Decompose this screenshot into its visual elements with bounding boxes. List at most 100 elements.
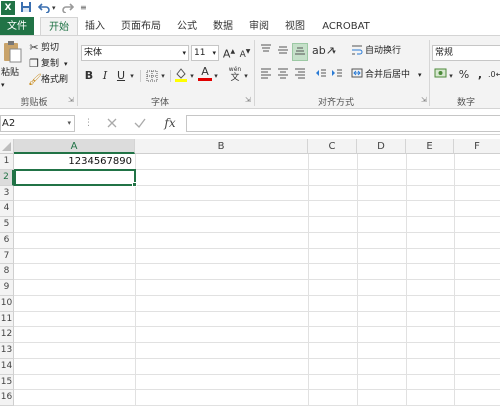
font-size-select[interactable]: 11 ▾ xyxy=(191,45,219,61)
accounting-format-icon[interactable] xyxy=(433,67,447,84)
increase-indent-icon[interactable] xyxy=(330,67,344,84)
row-gridline xyxy=(14,389,500,391)
column-header-e[interactable]: E xyxy=(406,139,454,154)
border-dropdown-icon[interactable]: ▾ xyxy=(159,68,167,84)
align-center-icon[interactable] xyxy=(276,67,290,84)
align-middle-icon[interactable] xyxy=(276,43,290,60)
row-header-8[interactable]: 8 xyxy=(0,264,14,280)
column-header-f[interactable]: F xyxy=(454,139,500,154)
format-painter-button[interactable]: 格式刷 xyxy=(41,73,68,87)
clipboard-launcher-icon[interactable]: ⇲ xyxy=(68,97,75,104)
redo-icon[interactable] xyxy=(62,1,75,15)
align-left-icon[interactable] xyxy=(259,67,273,84)
formula-bar-grip-icon: ⋮ xyxy=(84,117,93,130)
decrease-indent-icon[interactable] xyxy=(314,67,328,84)
number-group-label: 数字 xyxy=(456,98,475,108)
chevron-down-icon: ▾ xyxy=(212,49,216,57)
cut-icon[interactable]: ✂ xyxy=(28,40,40,56)
tab-insert[interactable]: 插入 xyxy=(80,17,110,36)
shrink-font-icon[interactable]: A▼ xyxy=(238,44,252,63)
row-header-15[interactable]: 15 xyxy=(0,374,14,391)
font-group-label: 字体 xyxy=(150,98,169,108)
accounting-dropdown-icon[interactable]: ▾ xyxy=(447,68,455,84)
orientation-icon[interactable]: ab↗ xyxy=(312,43,335,59)
wrap-text-button[interactable]: 自动换行 xyxy=(365,44,401,58)
align-bottom-icon[interactable] xyxy=(292,43,308,61)
fill-color-icon[interactable] xyxy=(174,66,188,87)
row-header-4[interactable]: 4 xyxy=(0,201,14,217)
phonetic-dropdown-icon[interactable]: ▾ xyxy=(242,68,250,84)
row-header-11[interactable]: 11 xyxy=(0,311,14,328)
format-painter-icon[interactable]: 🖌 xyxy=(28,72,42,88)
tab-acrobat[interactable]: ACROBAT xyxy=(318,17,374,36)
tab-file[interactable]: 文件 xyxy=(0,17,34,36)
row-header-13[interactable]: 13 xyxy=(0,343,14,359)
undo-icon[interactable] xyxy=(37,1,50,15)
phonetic-guide-icon[interactable]: wén 文 xyxy=(228,66,242,83)
row-header-2[interactable]: 2 xyxy=(0,169,14,186)
tab-data[interactable]: 数据 xyxy=(208,17,238,36)
row-header-7[interactable]: 7 xyxy=(0,248,14,265)
customize-qat-icon[interactable]: ≡ xyxy=(80,1,87,15)
row-header-6[interactable]: 6 xyxy=(0,232,14,249)
alignment-launcher-icon[interactable]: ⇲ xyxy=(421,97,428,104)
percent-button[interactable]: % xyxy=(458,67,470,83)
merge-dropdown-icon[interactable]: ▾ xyxy=(418,68,422,82)
bold-button[interactable]: B xyxy=(82,68,96,84)
paste-icon[interactable] xyxy=(1,40,23,64)
copy-dropdown-icon[interactable]: ▾ xyxy=(64,57,68,71)
wrap-text-icon[interactable] xyxy=(350,43,364,60)
select-all-corner[interactable] xyxy=(0,139,14,154)
border-icon[interactable] xyxy=(145,68,159,87)
orientation-dropdown-icon[interactable]: ▾ xyxy=(330,44,338,60)
enter-icon[interactable] xyxy=(132,115,148,131)
merge-center-button[interactable]: 合并后居中 xyxy=(365,68,410,82)
formula-input[interactable] xyxy=(186,115,500,132)
tab-home[interactable]: 开始 xyxy=(40,17,78,36)
column-header-c[interactable]: C xyxy=(308,139,357,154)
grow-font-icon[interactable]: A▲ xyxy=(222,44,236,63)
copy-icon[interactable]: ❐ xyxy=(28,56,40,72)
cancel-icon[interactable] xyxy=(104,115,120,131)
row-header-10[interactable]: 10 xyxy=(0,295,14,312)
font-color-dropdown-icon[interactable]: ▾ xyxy=(212,68,220,84)
paste-dropdown-icon[interactable]: ▾ xyxy=(1,78,5,92)
merge-center-icon[interactable] xyxy=(350,67,364,84)
font-name-select[interactable]: 宋体 ▾ xyxy=(81,45,189,61)
fill-color-dropdown-icon[interactable]: ▾ xyxy=(188,68,196,84)
comma-button[interactable]: , xyxy=(474,67,486,83)
cut-button[interactable]: 剪切 xyxy=(41,41,59,55)
name-box[interactable]: A2 ▾ xyxy=(0,115,75,132)
row-header-5[interactable]: 5 xyxy=(0,217,14,233)
italic-button[interactable]: I xyxy=(98,68,112,84)
cell-a1[interactable]: 1234567890 xyxy=(15,154,132,169)
row-header-9[interactable]: 9 xyxy=(0,280,14,296)
row-header-1[interactable]: 1 xyxy=(0,154,14,170)
underline-dropdown-icon[interactable]: ▾ xyxy=(128,68,136,84)
fill-handle[interactable] xyxy=(132,182,137,187)
font-launcher-icon[interactable]: ⇲ xyxy=(245,97,252,104)
cell-a2-selected[interactable] xyxy=(14,169,136,186)
column-header-a[interactable]: A xyxy=(14,139,135,154)
underline-button[interactable]: U xyxy=(114,68,128,84)
row-header-16[interactable]: 16 xyxy=(0,390,14,406)
column-header-d[interactable]: D xyxy=(357,139,406,154)
align-right-icon[interactable] xyxy=(293,67,307,84)
save-icon[interactable] xyxy=(20,1,32,15)
undo-dropdown-icon[interactable]: ▾ xyxy=(52,1,56,15)
align-top-icon[interactable] xyxy=(259,43,273,60)
tab-formulas[interactable]: 公式 xyxy=(172,17,202,36)
tab-page-layout[interactable]: 页面布局 xyxy=(116,17,166,36)
number-format-select[interactable]: 常规 xyxy=(432,45,500,61)
font-color-icon[interactable]: A xyxy=(198,66,212,81)
increase-decimal-icon[interactable]: .0← xyxy=(488,67,500,83)
row-header-3[interactable]: 3 xyxy=(0,185,14,202)
copy-button[interactable]: 复制 xyxy=(41,57,59,71)
tab-review[interactable]: 审阅 xyxy=(244,17,274,36)
excel-logo-icon: X xyxy=(1,1,15,15)
column-header-b[interactable]: B xyxy=(135,139,308,154)
row-header-14[interactable]: 14 xyxy=(0,358,14,375)
row-header-12[interactable]: 12 xyxy=(0,327,14,343)
insert-function-button[interactable]: fx xyxy=(160,114,180,132)
tab-view[interactable]: 视图 xyxy=(280,17,310,36)
